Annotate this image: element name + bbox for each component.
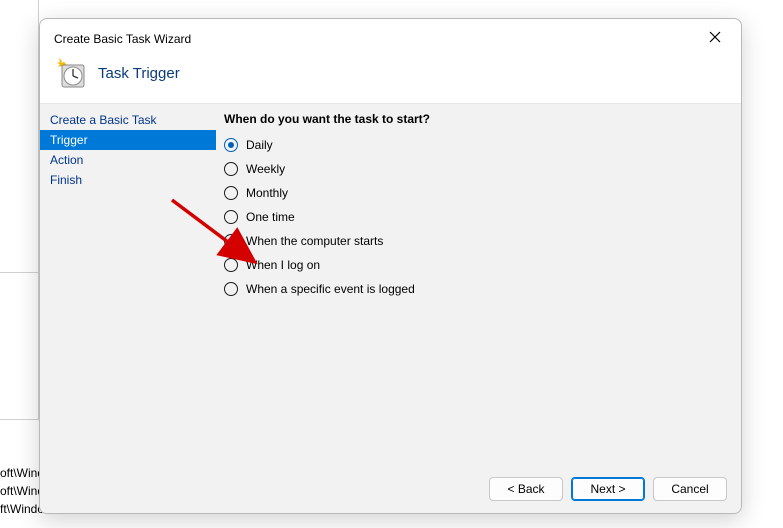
background-panel [0, 0, 39, 420]
radio-icon [224, 138, 238, 152]
wizard-header: Task Trigger [40, 51, 741, 103]
trigger-option[interactable]: Weekly [224, 162, 731, 176]
trigger-option[interactable]: Daily [224, 138, 731, 152]
radio-icon [224, 162, 238, 176]
trigger-option-label: When I log on [246, 258, 320, 272]
trigger-option-label: One time [246, 210, 295, 224]
trigger-option[interactable]: When I log on [224, 258, 731, 272]
trigger-option-label: Weekly [246, 162, 285, 176]
wizard-footer: < Back Next > Cancel [40, 465, 741, 513]
cancel-button[interactable]: Cancel [653, 477, 727, 501]
background-divider [0, 272, 39, 273]
back-button[interactable]: < Back [489, 477, 563, 501]
sidebar-step[interactable]: Create a Basic Task [40, 110, 216, 130]
radio-icon [224, 258, 238, 272]
titlebar: Create Basic Task Wizard [40, 19, 741, 51]
wizard-steps-sidebar: Create a Basic TaskTriggerActionFinish [40, 104, 216, 465]
sidebar-step[interactable]: Trigger [40, 130, 216, 150]
wizard-main-panel: When do you want the task to start? Dail… [216, 104, 741, 465]
trigger-option[interactable]: Monthly [224, 186, 731, 200]
sidebar-step[interactable]: Action [40, 150, 216, 170]
trigger-options-list: Daily Weekly Monthly One time When the compu… [224, 138, 731, 296]
close-button[interactable] [707, 29, 727, 49]
trigger-option[interactable]: When a specific event is logged [224, 282, 731, 296]
radio-icon [224, 210, 238, 224]
clock-icon [54, 57, 86, 89]
radio-icon [224, 234, 238, 248]
trigger-option[interactable]: One time [224, 210, 731, 224]
trigger-prompt: When do you want the task to start? [224, 112, 731, 126]
trigger-option-label: When the computer starts [246, 234, 383, 248]
wizard-dialog: Create Basic Task Wizard Task Trigger Cr… [39, 18, 742, 514]
trigger-option-label: Monthly [246, 186, 288, 200]
trigger-option[interactable]: When the computer starts [224, 234, 731, 248]
trigger-option-label: Daily [246, 138, 273, 152]
close-icon [707, 29, 723, 45]
next-button[interactable]: Next > [571, 477, 645, 501]
wizard-step-title: Task Trigger [98, 65, 180, 82]
radio-icon [224, 282, 238, 296]
sidebar-step[interactable]: Finish [40, 170, 216, 190]
trigger-option-label: When a specific event is logged [246, 282, 415, 296]
dialog-title: Create Basic Task Wizard [54, 32, 191, 46]
wizard-body: Create a Basic TaskTriggerActionFinish W… [40, 103, 741, 465]
radio-icon [224, 186, 238, 200]
